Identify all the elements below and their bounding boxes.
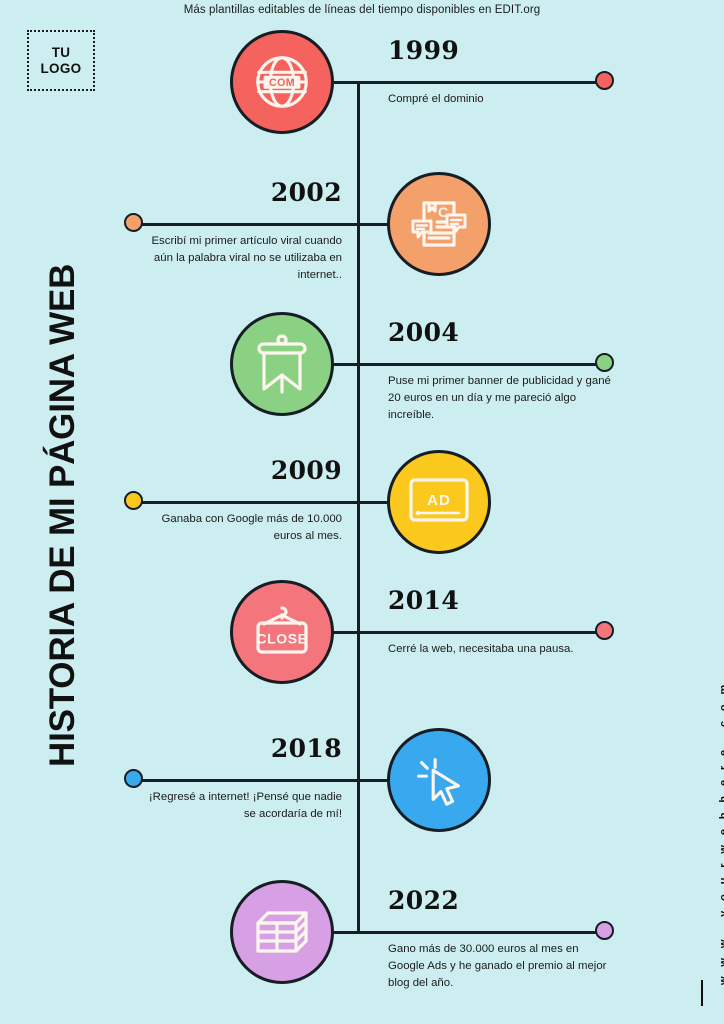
timeline-description: Ganaba con Google más de 10.000 euros al… xyxy=(161,513,342,543)
promo-text: Más plantillas editables de líneas del t… xyxy=(183,4,541,16)
svg-text:CLOSE: CLOSE xyxy=(256,631,307,647)
page-title: HISTORIA DE MI PÁGINA WEB xyxy=(43,263,82,767)
timeline-end-dot[interactable] xyxy=(124,213,143,232)
url-rule-divider xyxy=(701,980,703,1006)
timeline-poster: Más plantillas editables de líneas del t… xyxy=(0,0,724,1024)
timeline-connector xyxy=(133,779,387,782)
timeline-connector xyxy=(133,223,387,226)
timeline-connector xyxy=(133,501,387,504)
timeline-year: 1999 xyxy=(388,36,460,65)
timeline-connector xyxy=(334,363,600,366)
money-stack-icon xyxy=(230,880,334,984)
timeline-end-dot[interactable] xyxy=(595,71,614,90)
timeline-connector xyxy=(334,931,600,934)
timeline-description: Cerré la web, necesitaba una pausa. xyxy=(388,643,574,655)
timeline-description: ¡Regresé a internet! ¡Pensé que nadie se… xyxy=(148,791,342,821)
timeline-connector xyxy=(334,631,600,634)
timeline-end-dot[interactable] xyxy=(595,353,614,372)
svg-text:COM: COM xyxy=(269,77,295,89)
timeline-year: 2002 xyxy=(270,178,342,207)
timeline-year: 2004 xyxy=(388,318,460,347)
timeline-year: 2014 xyxy=(388,586,460,615)
website-url: w w w . y o u r w e b h e r e . c o m xyxy=(718,655,724,985)
svg-text:AD: AD xyxy=(427,492,451,509)
timeline-year: 2018 xyxy=(270,734,342,763)
timeline-connector xyxy=(334,81,600,84)
cursor-click-icon xyxy=(387,728,491,832)
timeline-end-dot[interactable] xyxy=(124,491,143,510)
timeline-description: Puse mi primer banner de publicidad y ga… xyxy=(388,375,611,422)
banner-icon xyxy=(230,312,334,416)
timeline-spine xyxy=(357,84,360,934)
timeline-description: Gano más de 30.000 euros al mes en Googl… xyxy=(388,943,607,990)
globe-com-icon: COM xyxy=(230,30,334,134)
timeline-end-dot[interactable] xyxy=(595,621,614,640)
timeline-description: Escribí mi primer artículo viral cuando … xyxy=(151,235,342,282)
close-sign-icon: CLOSE xyxy=(230,580,334,684)
timeline-year: 2009 xyxy=(270,456,342,485)
timeline-description: Compré el dominio xyxy=(388,93,484,105)
timeline-year: 2022 xyxy=(388,886,460,915)
timeline-end-dot[interactable] xyxy=(595,921,614,940)
logo-line-1: TU xyxy=(51,45,71,61)
timeline-end-dot[interactable] xyxy=(124,769,143,788)
article-comments-icon: C xyxy=(387,172,491,276)
ad-screen-icon: AD xyxy=(387,450,491,554)
